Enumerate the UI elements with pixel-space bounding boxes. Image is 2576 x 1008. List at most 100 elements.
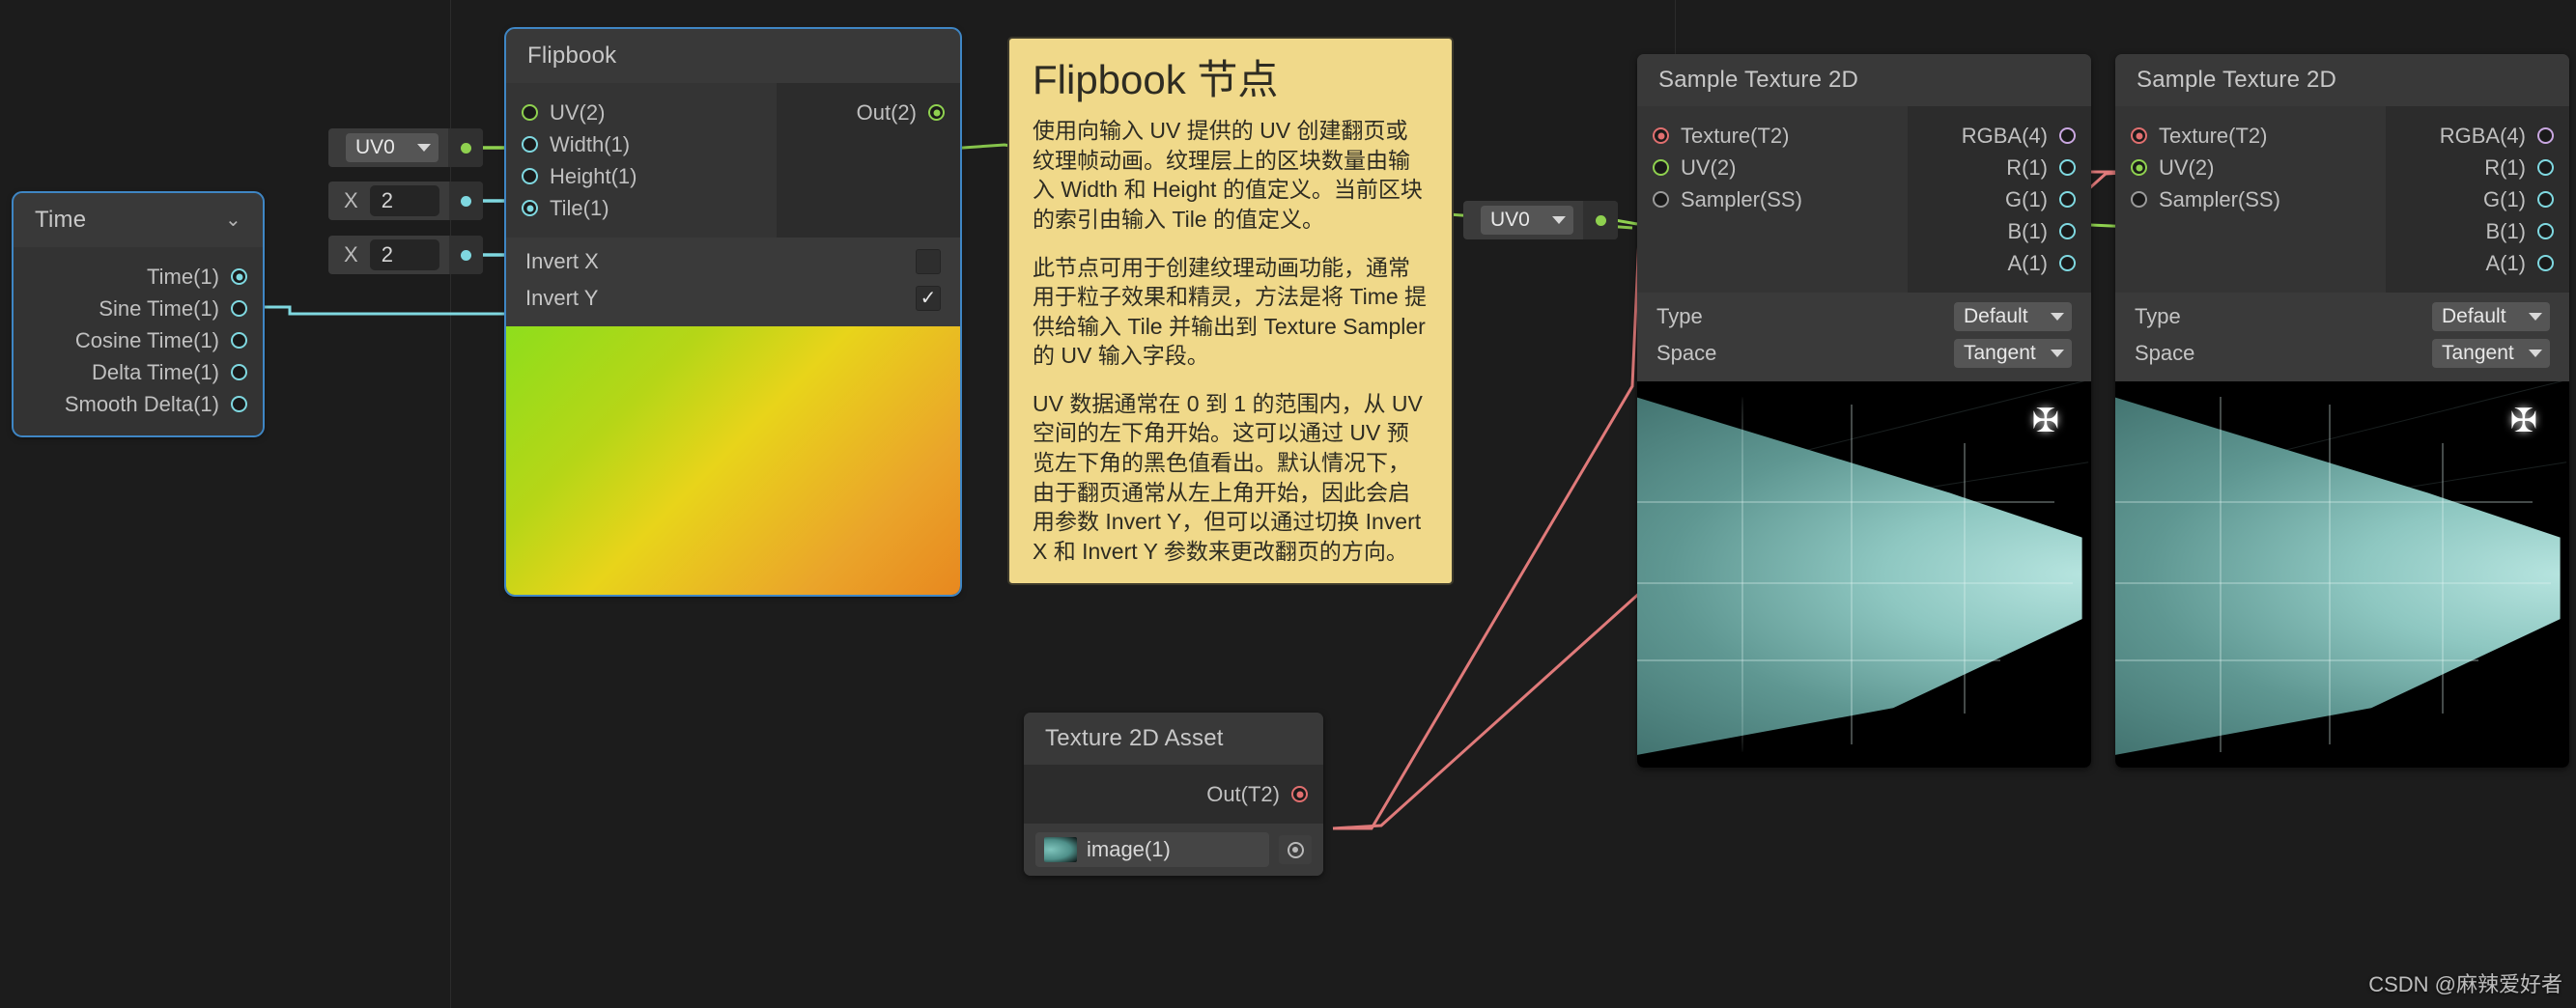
sample-texture-2d-node-2[interactable]: Sample Texture 2D Texture(T2) UV(2) Samp… [2115,54,2569,768]
sample2-type-dropdown[interactable]: Default [2432,302,2550,331]
sample2-space-dropdown[interactable]: Tangent [2432,339,2550,368]
port-dot[interactable] [1653,191,1669,208]
sample2-input-texture[interactable]: Texture(T2) [2115,120,2386,152]
port-label: A(1) [2485,250,2526,275]
texture-2d-asset-node[interactable]: Texture 2D Asset Out(T2) image(1) [1024,713,1323,876]
sample1-type-dropdown[interactable]: Default [1954,302,2072,331]
port-dot[interactable] [2537,191,2554,208]
port-dot[interactable] [2059,255,2076,271]
port-dot[interactable] [460,195,471,207]
port-dot[interactable] [1653,127,1669,144]
chevron-down-icon[interactable]: ⌄ [225,210,241,230]
time-output-time[interactable]: Time(1) [14,261,263,293]
port-dot[interactable] [460,142,471,154]
sample2-output-b[interactable]: B(1) [2386,215,2569,247]
time-output-cosine-time[interactable]: Cosine Time(1) [14,324,263,356]
sample2-input-sampler[interactable]: Sampler(SS) [2115,183,2386,215]
sample2-output-rgba[interactable]: RGBA(4) [2386,120,2569,152]
sample1-input-uv[interactable]: UV(2) [1637,152,1908,183]
port-dot[interactable] [231,396,247,412]
height-input[interactable]: 2 [369,239,439,270]
width-pin-slot[interactable] [448,182,483,220]
sample1-output-r[interactable]: R(1) [1908,152,2091,183]
width-value-pill[interactable]: X 2 [328,182,483,220]
port-dot[interactable] [522,200,538,216]
port-dot[interactable] [2537,127,2554,144]
sample2-output-r[interactable]: R(1) [2386,152,2569,183]
invert-x-row[interactable]: Invert X [506,243,960,280]
sample2-output-a[interactable]: A(1) [2386,247,2569,279]
texture-asset-field[interactable]: image(1) [1035,832,1269,867]
port-dot[interactable] [522,168,538,184]
port-dot[interactable] [231,300,247,317]
height-pin-slot[interactable] [448,236,483,274]
port-dot[interactable] [928,104,945,121]
sample-texture-1-preview: ✠ [1637,381,2091,768]
invert-y-checkbox[interactable]: ✓ [916,286,941,311]
time-output-delta-time[interactable]: Delta Time(1) [14,356,263,388]
port-dot[interactable] [2131,191,2147,208]
uv0-dropdown-mid[interactable]: UV0 [1481,206,1573,235]
port-dot[interactable] [2537,159,2554,176]
uv0-mid-pin-slot[interactable] [1583,201,1618,239]
port-dot[interactable] [231,268,247,285]
sticky-note[interactable]: Flipbook 节点 使用向输入 UV 提供的 UV 创建翻页或纹理帧动画。纹… [1007,37,1454,586]
width-input[interactable]: 2 [369,185,439,216]
time-output-smooth-delta[interactable]: Smooth Delta(1) [14,388,263,420]
texture-asset-field-row[interactable]: image(1) [1024,824,1323,876]
time-node[interactable]: Time ⌄ Time(1) Sine Time(1) Cosine Time(… [12,191,265,437]
invert-x-checkbox[interactable] [916,249,941,274]
sample1-input-texture[interactable]: Texture(T2) [1637,120,1908,152]
sample1-input-sampler[interactable]: Sampler(SS) [1637,183,1908,215]
port-dot[interactable] [2131,127,2147,144]
port-label: B(1) [2485,218,2526,243]
port-dot[interactable] [1595,214,1606,226]
port-dot[interactable] [522,136,538,153]
sample2-space-row[interactable]: Space Tangent [2115,335,2569,372]
uv0-dropdown[interactable]: UV0 [346,133,439,162]
port-dot[interactable] [522,104,538,121]
port-dot[interactable] [2537,255,2554,271]
port-dot[interactable] [231,332,247,349]
shader-graph-canvas[interactable]: Time ⌄ Time(1) Sine Time(1) Cosine Time(… [0,0,2576,1008]
port-dot[interactable] [1291,786,1308,802]
port-label: Sine Time(1) [99,295,219,321]
sample2-type-row[interactable]: Type Default [2115,298,2569,335]
port-dot[interactable] [231,364,247,380]
port-dot[interactable] [2059,223,2076,239]
sample1-output-b[interactable]: B(1) [1908,215,2091,247]
flipbook-input-tile[interactable]: Tile(1) [506,192,777,224]
port-dot[interactable] [1653,159,1669,176]
flipbook-input-uv[interactable]: UV(2) [506,97,777,128]
invert-y-row[interactable]: Invert Y ✓ [506,280,960,317]
port-dot[interactable] [2059,191,2076,208]
port-dot[interactable] [2059,127,2076,144]
port-dot[interactable] [460,249,471,261]
cone-shape [1637,389,2082,760]
sample1-type-row[interactable]: Type Default [1637,298,2091,335]
sample1-output-g[interactable]: G(1) [1908,183,2091,215]
texture-asset-output-out[interactable]: Out(T2) [1024,778,1323,810]
flipbook-input-height[interactable]: Height(1) [506,160,777,192]
object-picker-icon[interactable] [1279,835,1312,864]
sample-texture-2d-node-1[interactable]: Sample Texture 2D Texture(T2) UV(2) Samp… [1637,54,2091,768]
uv0-dropdown-pill-mid[interactable]: UV0 [1463,201,1618,239]
uv0-dropdown-pill[interactable]: UV0 [328,128,483,167]
height-value-pill[interactable]: X 2 [328,236,483,274]
sample2-output-g[interactable]: G(1) [2386,183,2569,215]
port-dot[interactable] [2059,159,2076,176]
flipbook-output-out[interactable]: Out(2) [777,97,960,128]
sample1-output-a[interactable]: A(1) [1908,247,2091,279]
sample2-input-uv[interactable]: UV(2) [2115,152,2386,183]
port-dot[interactable] [2537,223,2554,239]
port-label: Out(2) [856,99,917,125]
uv0-pin-slot[interactable] [448,128,483,167]
port-label: Smooth Delta(1) [64,391,219,416]
time-output-sine-time[interactable]: Sine Time(1) [14,293,263,324]
sample1-space-dropdown[interactable]: Tangent [1954,339,2072,368]
flipbook-input-width[interactable]: Width(1) [506,128,777,160]
sample1-space-row[interactable]: Space Tangent [1637,335,2091,372]
flipbook-node[interactable]: Flipbook UV(2) Width(1) Height(1) Tile(1… [504,27,962,597]
port-dot[interactable] [2131,159,2147,176]
sample1-output-rgba[interactable]: RGBA(4) [1908,120,2091,152]
